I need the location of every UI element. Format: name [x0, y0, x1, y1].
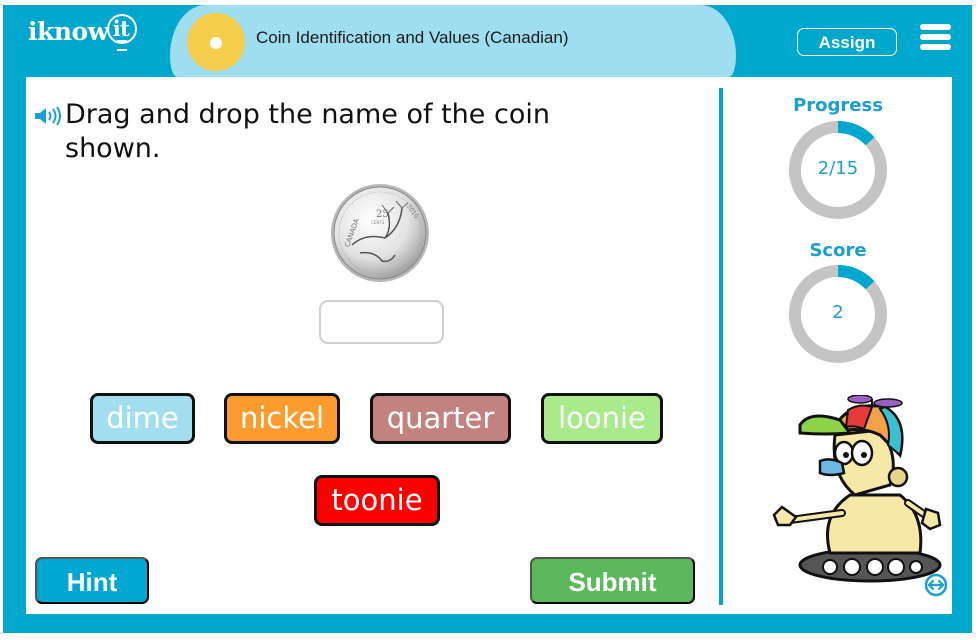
progress-value: 2/15: [817, 158, 859, 179]
tile-dime[interactable]: dime: [90, 393, 195, 444]
robot-mascot-image: [772, 395, 942, 583]
score-value: 2: [832, 302, 844, 323]
lesson-title: Coin Identification and Values (Canadian…: [256, 28, 569, 47]
submit-button[interactable]: Submit: [530, 557, 695, 604]
lesson-badge-icon: [187, 13, 245, 71]
tile-nickel[interactable]: nickel: [224, 393, 340, 444]
quarter-coin-image: 25 CENTS CANADA 2010: [331, 184, 429, 282]
tile-loonie[interactable]: loonie: [541, 393, 663, 444]
expand-horizontal-icon[interactable]: [924, 573, 948, 597]
progress-label: Progress: [793, 95, 883, 116]
lightbulb-icon: it: [106, 14, 137, 51]
speaker-icon[interactable]: [34, 106, 62, 126]
logo-text: iknow: [28, 17, 109, 46]
question-prompt: Drag and drop the name of the coin shown…: [65, 99, 550, 164]
hint-button[interactable]: Hint: [35, 557, 149, 604]
tile-quarter[interactable]: quarter: [370, 393, 511, 444]
logo-text-bulb: it: [112, 16, 130, 41]
tile-toonie[interactable]: toonie: [314, 475, 440, 526]
score-label: Score: [809, 240, 867, 261]
assign-button[interactable]: Assign: [797, 28, 897, 56]
iknowit-logo[interactable]: iknow it: [28, 14, 137, 51]
sidebar-divider: [719, 88, 723, 605]
answer-drop-zone[interactable]: [319, 300, 444, 344]
hamburger-menu-icon[interactable]: [920, 24, 951, 52]
coin-unit: CENTS: [371, 220, 385, 225]
